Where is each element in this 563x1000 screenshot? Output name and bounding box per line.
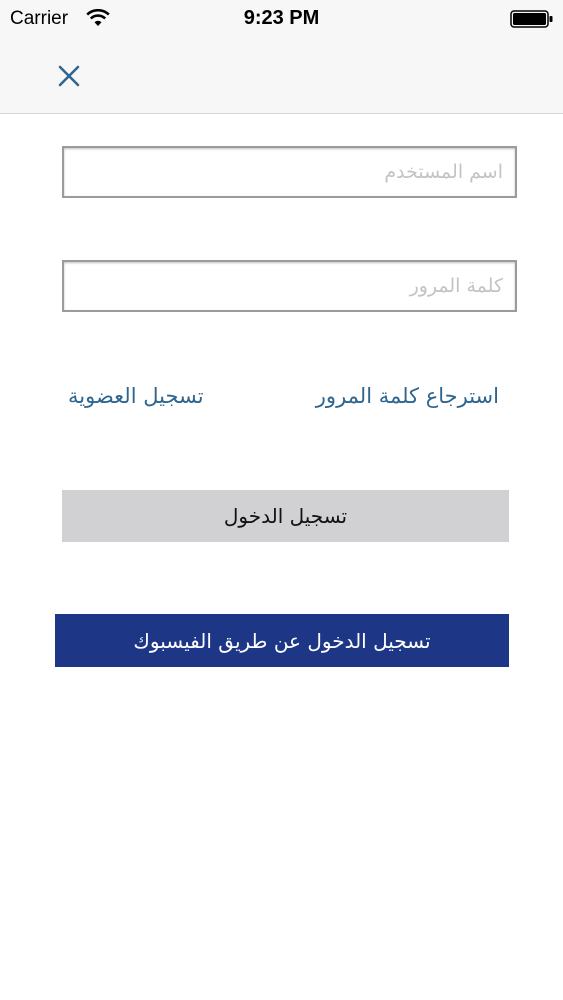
register-link[interactable]: تسجيل العضوية <box>68 384 204 408</box>
battery-icon <box>510 10 553 28</box>
login-button[interactable]: تسجيل الدخول <box>62 490 509 542</box>
clock-time: 9:23 PM <box>243 7 320 29</box>
forgot-password-link[interactable]: استرجاع كلمة المرور <box>316 384 499 408</box>
username-field[interactable] <box>62 146 517 198</box>
facebook-login-button[interactable]: تسجيل الدخول عن طريق الفيسبوك <box>55 614 509 667</box>
status-bar: Carrier 9:23 PM <box>0 0 563 40</box>
navigation-bar <box>0 40 563 114</box>
password-field[interactable] <box>62 260 517 312</box>
close-icon[interactable] <box>56 63 82 89</box>
